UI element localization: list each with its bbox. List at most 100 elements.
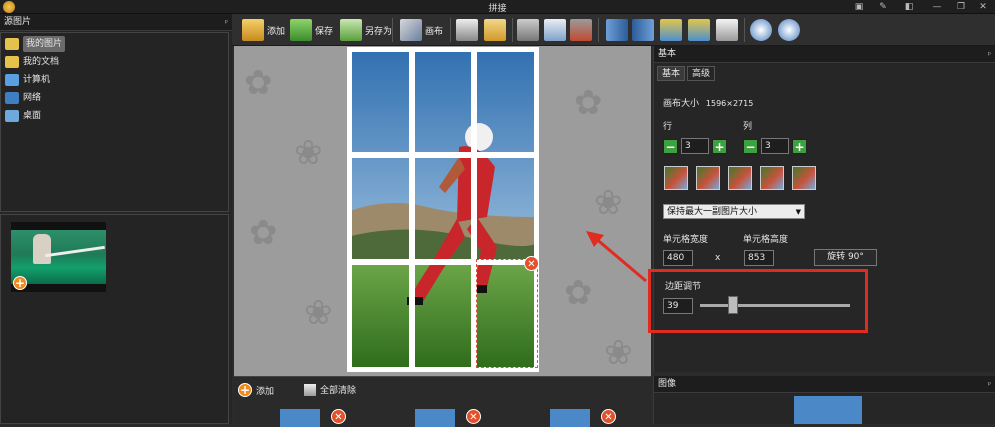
tree-item-label: 我的图片 — [23, 36, 66, 52]
remove-cell-button[interactable]: ✕ — [524, 256, 539, 271]
selected-cell-outline — [476, 259, 538, 368]
canvas-button[interactable]: 画布 — [400, 17, 443, 43]
tree-item-network[interactable]: 网络 — [5, 90, 41, 106]
layout-preset-icon[interactable] — [760, 166, 784, 190]
layout-preset-icon[interactable] — [664, 166, 688, 190]
add-image-icon[interactable]: + — [13, 276, 27, 290]
cols-input[interactable]: 3 — [761, 138, 789, 154]
tree-item-label: 计算机 — [23, 75, 51, 85]
cols-decrease-button[interactable]: − — [743, 139, 758, 154]
copy-icon[interactable] — [544, 19, 566, 41]
highlight-box — [648, 269, 868, 333]
add-image-icon — [242, 19, 264, 41]
add-button[interactable]: 添加 — [242, 17, 285, 43]
grid-border — [347, 47, 352, 372]
strip-remove-button[interactable]: ✕ — [466, 409, 481, 424]
fit-mode-select[interactable]: 保持最大一副图片大小 ▼ — [663, 204, 805, 219]
clear-all-icon — [304, 383, 316, 396]
times-sign: x — [715, 253, 721, 263]
background-flower: ❀ — [604, 333, 633, 373]
tab-advanced[interactable]: 高级 — [687, 66, 716, 81]
strip-thumbnail[interactable] — [280, 409, 320, 427]
computer-icon — [5, 74, 19, 86]
strip-thumbnail[interactable] — [550, 409, 590, 427]
layout-preset-icon[interactable] — [728, 166, 752, 190]
edit-icon[interactable]: ✎ — [876, 1, 890, 13]
pictures-folder-icon — [5, 38, 19, 50]
grid-border — [347, 47, 539, 52]
close-button[interactable]: ✕ — [976, 1, 990, 13]
strip-thumbnail[interactable] — [415, 409, 455, 427]
maximize-button[interactable]: ❐ — [954, 1, 968, 13]
tree-item-desktop[interactable]: 桌面 — [5, 108, 41, 124]
pin-icon[interactable]: ᵖ — [225, 14, 228, 31]
rows-decrease-button[interactable]: − — [663, 139, 678, 154]
toolbar-separator — [744, 18, 745, 42]
clear-all-button[interactable]: 全部清除 — [304, 383, 356, 396]
source-images-header: 源图片 ᵖ — [0, 14, 232, 31]
canvas-icon — [400, 19, 422, 41]
flip-horizontal-icon[interactable] — [606, 19, 628, 41]
skin-icon[interactable]: ▣ — [852, 1, 866, 13]
thumbnail-photo — [11, 230, 106, 284]
background-flower: ✿ — [244, 63, 273, 103]
flip-vertical-icon[interactable] — [632, 19, 654, 41]
image-panel-header: 图像 ᵖ — [654, 376, 995, 393]
rows-increase-button[interactable]: + — [712, 139, 727, 154]
cut-icon[interactable] — [517, 19, 539, 41]
strip-remove-button[interactable]: ✕ — [331, 409, 346, 424]
theme-icon[interactable]: ◧ — [902, 1, 916, 13]
source-images-title: 源图片 — [4, 17, 32, 27]
tab-basic[interactable]: 基本 — [657, 66, 686, 81]
rows-input[interactable]: 3 — [681, 138, 709, 154]
fit-mode-value: 保持最大一副图片大小 — [667, 207, 758, 217]
eraser-icon[interactable] — [716, 19, 738, 41]
rotate-right-icon[interactable] — [688, 19, 710, 41]
grid-divider — [347, 152, 539, 158]
cols-increase-button[interactable]: + — [792, 139, 807, 154]
collage-canvas[interactable]: ✿ ❀ ✿ ❀ ✿ ❀ ✿ ❀ ✕ — [234, 46, 651, 376]
toolbar-separator — [598, 18, 599, 42]
image-panel-title: 图像 — [658, 379, 677, 389]
zoom-out-icon[interactable] — [778, 19, 800, 41]
save-icon — [290, 19, 312, 41]
image-thumbnail[interactable]: + — [11, 222, 106, 292]
email-icon[interactable] — [484, 19, 506, 41]
save-button[interactable]: 保存 — [290, 17, 333, 43]
canvas-size-label: 画布大小 — [663, 99, 700, 109]
background-flower: ✿ — [249, 213, 278, 253]
toolbar-separator — [450, 18, 451, 42]
desktop-icon — [5, 110, 19, 122]
layout-preset-icon[interactable] — [696, 166, 720, 190]
save-as-label: 另存为 — [365, 26, 393, 37]
tree-item-label: 桌面 — [23, 111, 42, 121]
cell-width-label: 单元格宽度 — [663, 235, 709, 245]
pin-icon[interactable]: ᵖ — [988, 46, 991, 63]
tree-item-my-pictures[interactable]: 我的图片 — [5, 36, 66, 52]
save-as-button[interactable]: 另存为 — [340, 17, 392, 43]
paste-icon[interactable] — [570, 19, 592, 41]
image-strip: + 添加 全部清除 ✕ ✕ ✕ — [234, 376, 651, 427]
strip-add-button[interactable]: + 添加 — [238, 383, 274, 397]
print-icon[interactable] — [456, 19, 478, 41]
image-panel: 图像 ᵖ — [653, 376, 995, 424]
tree-item-label: 网络 — [23, 93, 42, 103]
pin-icon[interactable]: ᵖ — [988, 376, 991, 393]
cell-height-input[interactable]: 853 — [744, 250, 774, 266]
strip-remove-button[interactable]: ✕ — [601, 409, 616, 424]
rotate-left-icon[interactable] — [660, 19, 682, 41]
background-flower: ✿ — [574, 83, 603, 123]
annotation-arrow — [586, 231, 647, 283]
cell-width-input[interactable]: 480 — [663, 250, 693, 266]
tree-item-my-documents[interactable]: 我的文档 — [5, 54, 59, 70]
zoom-in-icon[interactable] — [750, 19, 772, 41]
tree-item-computer[interactable]: 计算机 — [5, 72, 50, 88]
properties-title: 基本 — [658, 49, 677, 59]
background-flower: ❀ — [594, 183, 623, 223]
toolbar-separator — [512, 18, 513, 42]
layout-preset-icon[interactable] — [792, 166, 816, 190]
network-icon — [5, 92, 19, 104]
background-flower: ❀ — [304, 293, 333, 333]
rotate-90-button[interactable]: 旋转 90° — [814, 249, 877, 266]
minimize-button[interactable]: — — [930, 1, 944, 13]
